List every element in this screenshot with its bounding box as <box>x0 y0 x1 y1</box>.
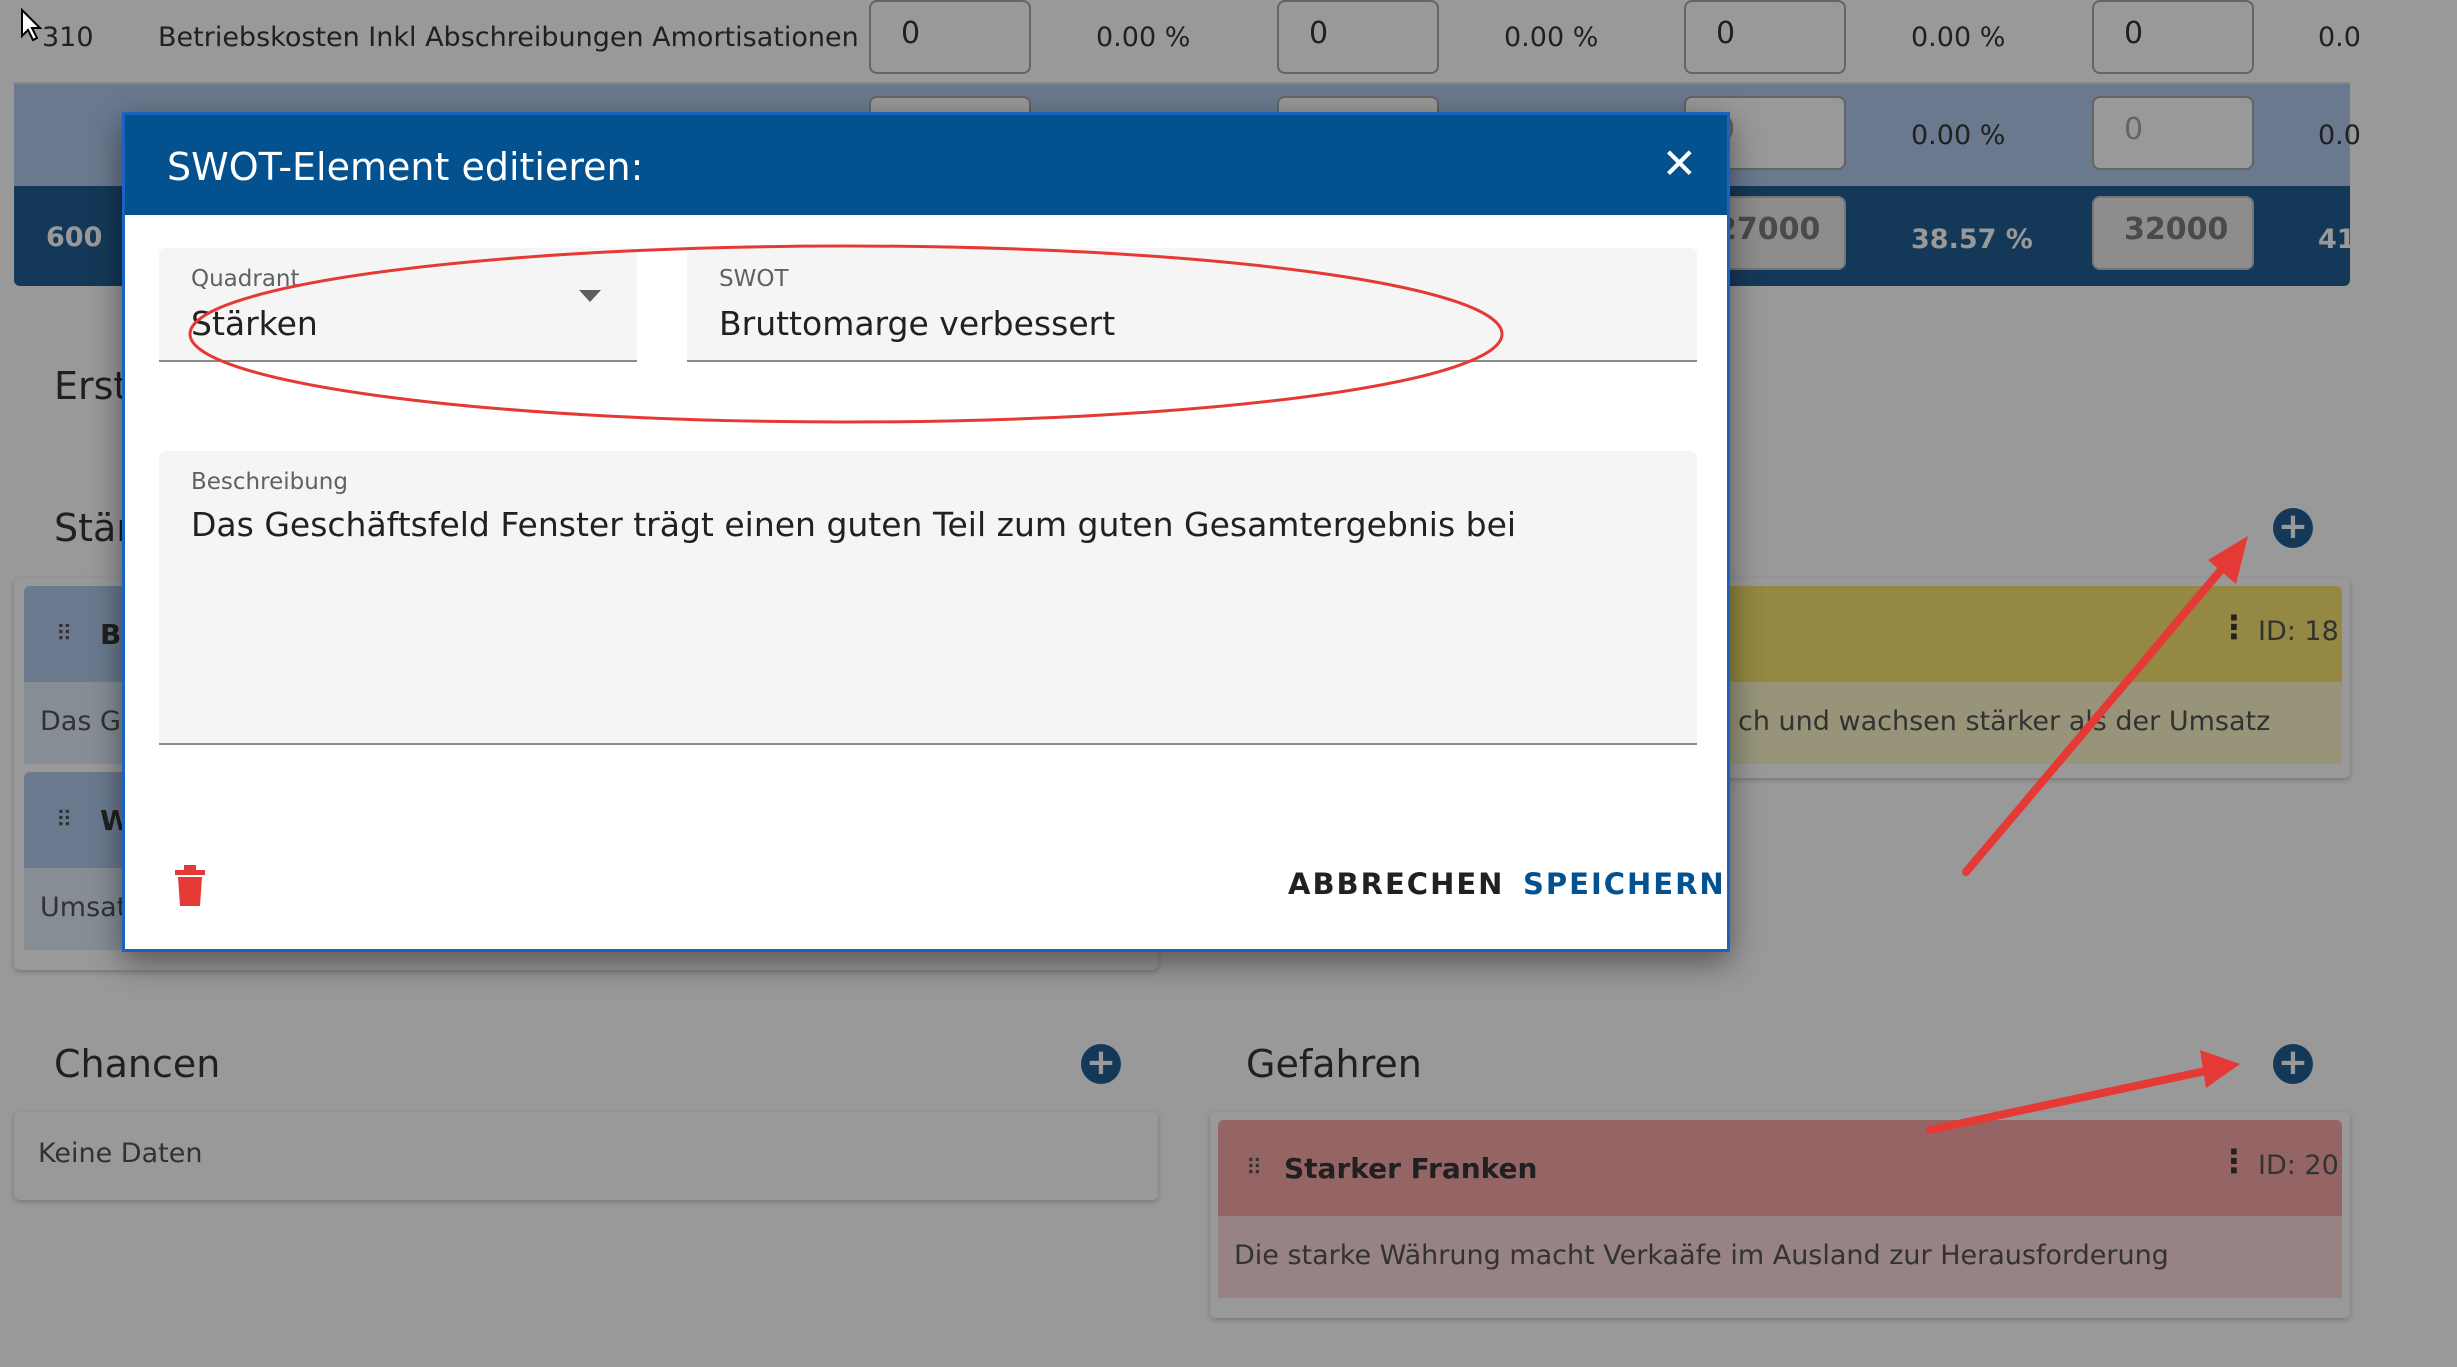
arrow-icon <box>1926 1050 2240 1134</box>
highlight-ellipse <box>188 244 1504 424</box>
cursor-icon <box>21 8 43 42</box>
annotation-overlay <box>188 244 2248 1134</box>
arrow-icon <box>1962 536 2248 876</box>
